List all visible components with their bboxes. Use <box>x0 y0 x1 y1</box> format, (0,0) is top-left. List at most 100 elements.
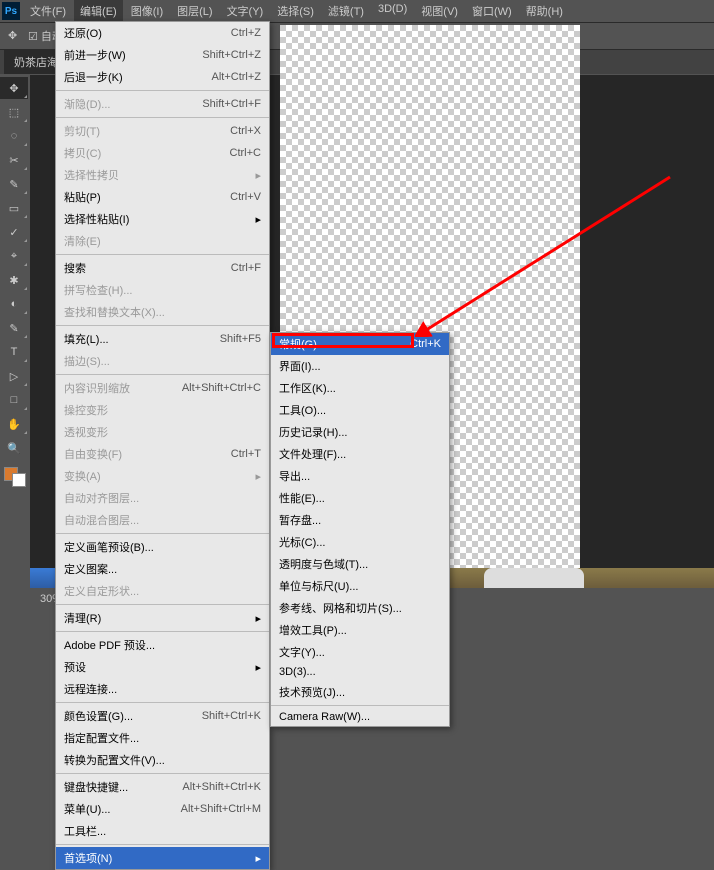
edit-item-46[interactable]: 首选项(N)▸ <box>56 847 269 869</box>
healing-tool[interactable]: ✓ <box>0 221 28 243</box>
edit-item-35[interactable]: 预设▸ <box>56 656 269 678</box>
edit-item-29[interactable]: 定义图案... <box>56 558 269 580</box>
background-swatch[interactable] <box>12 473 26 487</box>
prefs-item-12[interactable]: 参考线、网格和切片(S)... <box>271 597 449 619</box>
prefs-item-1[interactable]: 界面(I)... <box>271 355 449 377</box>
shape-tool[interactable]: □ <box>0 389 28 411</box>
edit-item-39[interactable]: 指定配置文件... <box>56 727 269 749</box>
menu-item-label: 后退一步(K) <box>64 69 123 85</box>
menu-help[interactable]: 帮助(H) <box>520 0 569 22</box>
prefs-item-16[interactable]: 技术预览(J)... <box>271 681 449 703</box>
crop-tool[interactable]: ✂ <box>0 149 28 171</box>
pen-tool[interactable]: ✎ <box>0 317 28 339</box>
menu-filter[interactable]: 滤镜(T) <box>322 0 370 22</box>
frame-tool[interactable]: ▭ <box>0 197 28 219</box>
prefs-item-4[interactable]: 历史记录(H)... <box>271 421 449 443</box>
marquee-tool[interactable]: ⬚ <box>0 101 28 123</box>
prefs-item-7[interactable]: 性能(E)... <box>271 487 449 509</box>
menu-image[interactable]: 图像(I) <box>125 0 169 22</box>
menu-separator <box>56 117 269 118</box>
hand-tool[interactable]: ✋ <box>0 413 28 435</box>
edit-item-14: 拼写检查(H)... <box>56 279 269 301</box>
submenu-arrow-icon: ▸ <box>255 661 261 674</box>
edit-item-9[interactable]: 粘贴(P)Ctrl+V <box>56 186 269 208</box>
edit-item-40[interactable]: 转换为配置文件(V)... <box>56 749 269 771</box>
menubar: 文件(F) 编辑(E) 图像(I) 图层(L) 文字(Y) 选择(S) 滤镜(T… <box>24 0 569 22</box>
menu-shortcut: Ctrl+K <box>410 338 441 350</box>
type-tool[interactable]: T <box>0 341 28 363</box>
prefs-item-14[interactable]: 文字(Y)... <box>271 641 449 663</box>
menu-file[interactable]: 文件(F) <box>24 0 72 22</box>
menu-edit[interactable]: 编辑(E) <box>74 0 123 22</box>
prefs-item-18[interactable]: Camera Raw(W)... <box>271 708 449 726</box>
clone-tool[interactable]: ✱ <box>0 269 28 291</box>
edit-item-44[interactable]: 工具栏... <box>56 820 269 842</box>
path-tool[interactable]: ▷ <box>0 365 28 387</box>
edit-item-28[interactable]: 定义画笔预设(B)... <box>56 536 269 558</box>
prefs-item-8[interactable]: 暂存盘... <box>271 509 449 531</box>
menu-shortcut: Alt+Shift+Ctrl+K <box>182 781 261 793</box>
menu-item-label: 3D(3)... <box>279 666 316 678</box>
prefs-item-9[interactable]: 光标(C)... <box>271 531 449 553</box>
edit-item-18: 描边(S)... <box>56 350 269 372</box>
menu-shortcut: Ctrl+F <box>231 262 261 274</box>
menu-item-label: 指定配置文件... <box>64 730 139 746</box>
lasso-tool[interactable]: ◌ <box>0 125 28 147</box>
menu-view[interactable]: 视图(V) <box>415 0 464 22</box>
prefs-item-15[interactable]: 3D(3)... <box>271 663 449 681</box>
edit-item-32[interactable]: 清理(R)▸ <box>56 607 269 629</box>
prefs-item-13[interactable]: 增效工具(P)... <box>271 619 449 641</box>
menu-type[interactable]: 文字(Y) <box>221 0 270 22</box>
menu-separator <box>56 90 269 91</box>
edit-item-1[interactable]: 前进一步(W)Shift+Ctrl+Z <box>56 44 269 66</box>
prefs-item-11[interactable]: 单位与标尺(U)... <box>271 575 449 597</box>
menu-separator <box>56 533 269 534</box>
menu-3d[interactable]: 3D(D) <box>372 0 413 22</box>
edit-item-2[interactable]: 后退一步(K)Alt+Ctrl+Z <box>56 66 269 88</box>
edit-item-0[interactable]: 还原(O)Ctrl+Z <box>56 22 269 44</box>
menu-item-label: 渐隐(D)... <box>64 96 110 112</box>
edit-item-10[interactable]: 选择性粘贴(I)▸ <box>56 208 269 230</box>
prefs-item-3[interactable]: 工具(O)... <box>271 399 449 421</box>
edit-item-20: 内容识别缩放Alt+Shift+Ctrl+C <box>56 377 269 399</box>
edit-item-7: 拷贝(C)Ctrl+C <box>56 142 269 164</box>
menu-item-label: 定义自定形状... <box>64 583 139 599</box>
edit-item-42[interactable]: 键盘快捷键...Alt+Shift+Ctrl+K <box>56 776 269 798</box>
edit-item-34[interactable]: Adobe PDF 预设... <box>56 634 269 656</box>
menu-select[interactable]: 选择(S) <box>271 0 320 22</box>
prefs-item-0[interactable]: 常规(G)...Ctrl+K <box>271 333 449 355</box>
gradient-tool[interactable]: ◐ <box>0 293 28 315</box>
prefs-item-10[interactable]: 透明度与色域(T)... <box>271 553 449 575</box>
menu-shortcut: Ctrl+X <box>230 125 261 137</box>
menu-item-label: 拼写检查(H)... <box>64 282 132 298</box>
menu-item-label: 前进一步(W) <box>64 47 126 63</box>
prefs-item-2[interactable]: 工作区(K)... <box>271 377 449 399</box>
menu-layer[interactable]: 图层(L) <box>171 0 218 22</box>
menu-separator <box>56 773 269 774</box>
edit-item-13[interactable]: 搜索Ctrl+F <box>56 257 269 279</box>
prefs-item-5[interactable]: 文件处理(F)... <box>271 443 449 465</box>
edit-item-36[interactable]: 远程连接... <box>56 678 269 700</box>
move-tool[interactable]: ✥ <box>0 77 28 99</box>
menu-separator <box>56 374 269 375</box>
menu-item-label: 描边(S)... <box>64 353 110 369</box>
menu-item-label: 暂存盘... <box>279 512 321 528</box>
menu-item-label: 自动混合图层... <box>64 512 139 528</box>
prefs-item-6[interactable]: 导出... <box>271 465 449 487</box>
zoom-tool[interactable]: 🔍 <box>0 437 28 459</box>
color-swatches[interactable] <box>0 467 30 487</box>
edit-item-17[interactable]: 填充(L)...Shift+F5 <box>56 328 269 350</box>
edit-dropdown: 还原(O)Ctrl+Z前进一步(W)Shift+Ctrl+Z后退一步(K)Alt… <box>55 21 270 870</box>
menu-item-label: 粘贴(P) <box>64 189 101 205</box>
eyedropper-tool[interactable]: ✎ <box>0 173 28 195</box>
menu-item-label: 参考线、网格和切片(S)... <box>279 600 402 616</box>
menu-item-label: 还原(O) <box>64 25 102 41</box>
menu-item-label: 透明度与色域(T)... <box>279 556 368 572</box>
canvas-cat-paws <box>484 568 584 590</box>
menu-window[interactable]: 窗口(W) <box>466 0 518 22</box>
brush-tool[interactable]: ⌖ <box>0 245 28 267</box>
checkbox-icon[interactable]: ☑ <box>28 30 38 43</box>
edit-item-38[interactable]: 颜色设置(G)...Shift+Ctrl+K <box>56 705 269 727</box>
menu-item-label: 定义图案... <box>64 561 117 577</box>
edit-item-43[interactable]: 菜单(U)...Alt+Shift+Ctrl+M <box>56 798 269 820</box>
